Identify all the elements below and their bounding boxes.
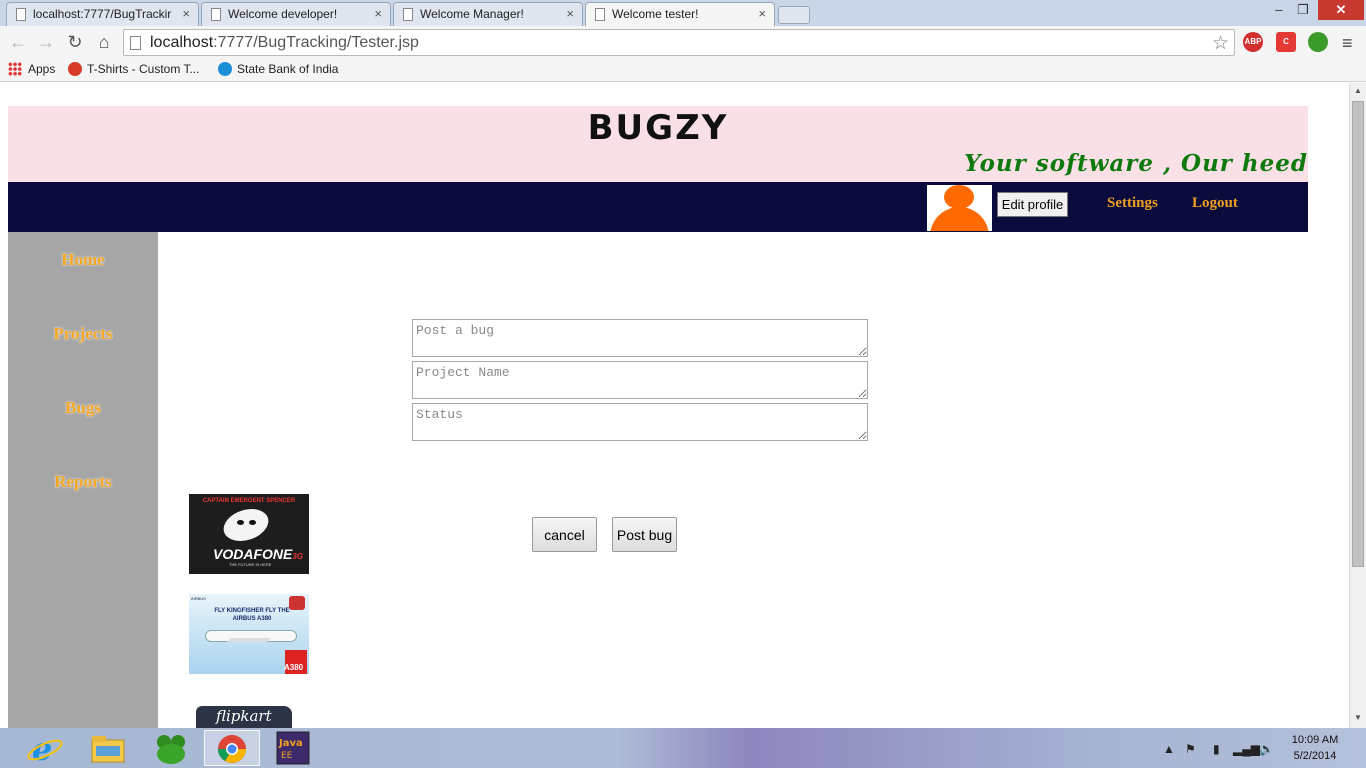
java-ee-ide-icon[interactable]: Java EE bbox=[265, 730, 321, 766]
scroll-down-icon[interactable]: ▼ bbox=[1354, 713, 1362, 722]
frog-app-icon[interactable] bbox=[142, 730, 198, 766]
browser-toolbar: ← → ↻ ⌂ localhost:7777/BugTracking/Teste… bbox=[0, 26, 1366, 58]
page-scrollbar[interactable]: ▲ ▼ bbox=[1349, 83, 1366, 728]
url-text[interactable]: localhost:7777/BugTracking/Tester.jsp bbox=[150, 34, 419, 52]
flipkart-ad-image[interactable]: flipkart bbox=[196, 706, 292, 728]
page-icon bbox=[211, 8, 221, 21]
browser-tab[interactable]: Welcome developer! × bbox=[201, 2, 391, 26]
tab-title: Welcome Manager! bbox=[420, 7, 524, 21]
tshirt-site-icon bbox=[68, 62, 82, 76]
site-brand: BUGZY bbox=[587, 108, 729, 148]
minimize-button[interactable]: – bbox=[1266, 0, 1292, 20]
page-icon bbox=[403, 8, 413, 21]
bookmark-star-icon[interactable]: ☆ bbox=[1212, 32, 1229, 55]
sidebar: Home Projects Bugs Reports bbox=[8, 232, 158, 728]
close-tab-icon[interactable]: × bbox=[566, 3, 574, 25]
close-window-button[interactable]: ✕ bbox=[1318, 0, 1364, 20]
user-avatar-icon bbox=[927, 185, 992, 231]
site-tagline: Your software , Our heed bbox=[964, 150, 1308, 177]
flag-icon[interactable]: ⚑ bbox=[1185, 742, 1196, 756]
restore-button[interactable]: ❐ bbox=[1290, 0, 1316, 20]
scroll-up-icon[interactable]: ▲ bbox=[1354, 86, 1362, 95]
vodafone-ad-image[interactable]: CAPTAIN EMERGENT SPENCER VODAFONE3G THE … bbox=[189, 494, 309, 574]
kingfisher-ad-image[interactable]: AIRBUS FLY KINGFISHER FLY THE AIRBUS A38… bbox=[189, 594, 309, 674]
volume-muted-icon[interactable]: 🔈 bbox=[1259, 742, 1274, 756]
project-name-field[interactable] bbox=[412, 361, 868, 399]
cancel-button[interactable]: cancel bbox=[532, 517, 597, 552]
chrome-icon[interactable] bbox=[204, 730, 260, 766]
site-header: BUGZY Your software , Our heed bbox=[8, 106, 1308, 182]
windows-taskbar: e Java EE ▲ ⚑ ▮ ▂▄▆ 🔈 10:09 AM 5/2/2014 bbox=[0, 728, 1366, 768]
reload-icon[interactable]: ↻ bbox=[65, 32, 85, 52]
address-bar[interactable]: localhost:7777/BugTracking/Tester.jsp ☆ bbox=[123, 29, 1235, 56]
tab-title: Welcome developer! bbox=[228, 7, 338, 21]
bug-description-field[interactable] bbox=[412, 319, 868, 357]
file-explorer-icon[interactable] bbox=[80, 730, 136, 766]
status-field[interactable] bbox=[412, 403, 868, 441]
page-icon bbox=[130, 36, 141, 50]
frog-icon[interactable] bbox=[1308, 32, 1328, 52]
close-tab-icon[interactable]: × bbox=[182, 3, 190, 25]
settings-link[interactable]: Settings bbox=[1107, 195, 1158, 212]
bookmarks-bar: Apps T-Shirts - Custom T... State Bank o… bbox=[0, 58, 1366, 82]
close-tab-icon[interactable]: × bbox=[374, 3, 382, 25]
bookmark-apps[interactable]: Apps bbox=[8, 62, 55, 76]
top-navbar: Edit profile Settings Logout bbox=[8, 182, 1308, 232]
sidebar-item-home[interactable]: Home bbox=[8, 250, 158, 270]
post-bug-button[interactable]: Post bug bbox=[612, 517, 677, 552]
ie-icon[interactable]: e bbox=[18, 730, 74, 768]
browser-tab[interactable]: Welcome Manager! × bbox=[393, 2, 583, 26]
c-icon[interactable]: C bbox=[1276, 32, 1296, 52]
page-icon bbox=[16, 8, 26, 21]
page-viewport: BUGZY Your software , Our heed Edit prof… bbox=[0, 83, 1349, 728]
logout-link[interactable]: Logout bbox=[1192, 195, 1238, 212]
forward-arrow-icon[interactable]: → bbox=[36, 32, 56, 52]
browser-tab-strip: localhost:7777/BugTrackir × Welcome deve… bbox=[0, 0, 1366, 27]
clock-time[interactable]: 10:09 AM bbox=[1280, 734, 1350, 746]
tab-title: localhost:7777/BugTrackir bbox=[33, 7, 172, 21]
sidebar-item-projects[interactable]: Projects bbox=[8, 324, 158, 344]
menu-icon[interactable]: ≡ bbox=[1342, 33, 1353, 54]
svg-text:Java: Java bbox=[278, 738, 303, 749]
scrollbar-thumb[interactable] bbox=[1352, 101, 1364, 567]
sbi-icon bbox=[218, 62, 232, 76]
page-icon bbox=[595, 8, 605, 21]
apps-grid-icon bbox=[8, 62, 22, 76]
abp-icon[interactable]: ABP bbox=[1243, 32, 1263, 52]
back-arrow-icon[interactable]: ← bbox=[8, 32, 28, 52]
close-tab-icon[interactable]: × bbox=[758, 3, 766, 25]
browser-tab-active[interactable]: Welcome tester! × bbox=[585, 2, 775, 27]
new-tab-button[interactable] bbox=[778, 6, 810, 24]
home-icon[interactable]: ⌂ bbox=[94, 32, 114, 52]
edit-profile-button[interactable]: Edit profile bbox=[997, 192, 1068, 217]
browser-tab[interactable]: localhost:7777/BugTrackir × bbox=[6, 2, 199, 26]
sidebar-item-bugs[interactable]: Bugs bbox=[8, 398, 158, 418]
sidebar-item-reports[interactable]: Reports bbox=[8, 472, 158, 492]
bookmark-tshirts[interactable]: T-Shirts - Custom T... bbox=[68, 62, 199, 76]
signal-icon[interactable]: ▂▄▆ bbox=[1233, 742, 1260, 756]
clock-date[interactable]: 5/2/2014 bbox=[1280, 750, 1350, 762]
tab-title: Welcome tester! bbox=[612, 7, 699, 21]
tray-arrow-icon[interactable]: ▲ bbox=[1163, 742, 1175, 756]
svg-text:EE: EE bbox=[281, 751, 293, 761]
bookmark-sbi[interactable]: State Bank of India bbox=[218, 62, 338, 76]
battery-icon[interactable]: ▮ bbox=[1213, 742, 1220, 756]
